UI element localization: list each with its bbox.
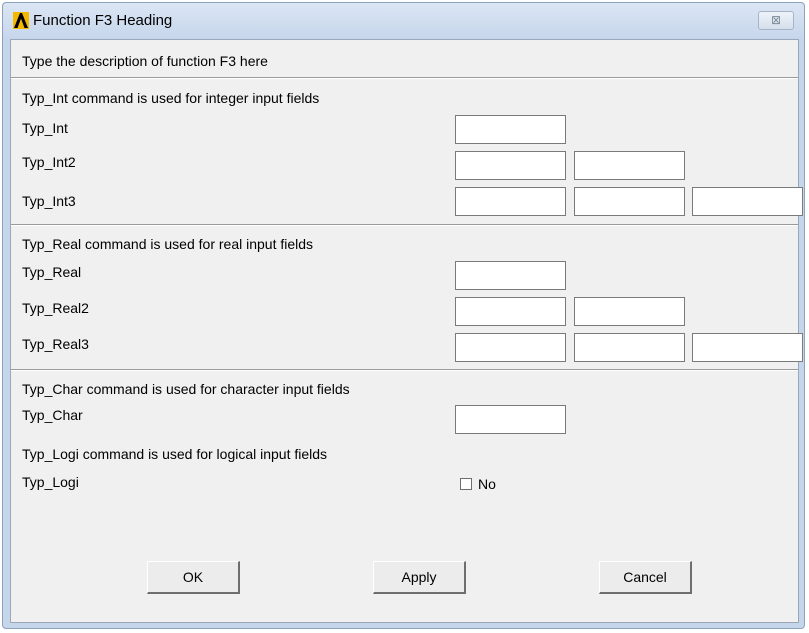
typ-real3-label: Typ_Real3 xyxy=(22,336,89,352)
char-section-heading: Typ_Char command is used for character i… xyxy=(22,381,350,397)
typ-int2-field-1[interactable] xyxy=(455,151,566,180)
cancel-button[interactable]: Cancel xyxy=(599,561,692,594)
close-icon: ⊠ xyxy=(770,13,782,27)
typ-real3-field-3[interactable] xyxy=(692,333,803,362)
title-bar[interactable]: Function F3 Heading ⊠ xyxy=(3,3,804,39)
apply-button[interactable]: Apply xyxy=(373,561,466,594)
typ-int3-field-3[interactable] xyxy=(692,187,803,216)
typ-logi-checkbox[interactable] xyxy=(460,478,472,490)
real-section-heading: Typ_Real command is used for real input … xyxy=(22,236,314,252)
typ-int3-field-1[interactable] xyxy=(455,187,566,216)
ansys-logo-icon xyxy=(13,12,29,29)
typ-int3-field-2[interactable] xyxy=(574,187,685,216)
dialog-window: Function F3 Heading ⊠ Type the descripti… xyxy=(2,2,805,629)
typ-int2-label: Typ_Int2 xyxy=(22,154,76,170)
typ-real-field-1[interactable] xyxy=(455,261,566,290)
typ-logi-checkbox-label[interactable]: No xyxy=(478,476,496,492)
divider xyxy=(11,77,798,79)
typ-int-label: Typ_Int xyxy=(22,120,68,136)
ok-button[interactable]: OK xyxy=(147,561,240,594)
typ-int-field-1[interactable] xyxy=(455,115,566,144)
logi-section-heading: Typ_Logi command is used for logical inp… xyxy=(22,446,328,462)
close-button[interactable]: ⊠ xyxy=(758,11,794,30)
divider xyxy=(11,224,798,226)
typ-real-label: Typ_Real xyxy=(22,264,82,280)
typ-int3-label: Typ_Int3 xyxy=(22,193,76,209)
int-section-heading: Typ_Int command is used for integer inpu… xyxy=(22,90,320,106)
typ-logi-label: Typ_Logi xyxy=(22,474,79,490)
typ-real2-field-2[interactable] xyxy=(574,297,685,326)
divider xyxy=(11,369,798,371)
window-title: Function F3 Heading xyxy=(33,12,173,29)
typ-real3-field-1[interactable] xyxy=(455,333,566,362)
dialog-body: Type the description of function F3 here… xyxy=(10,39,803,623)
typ-real2-label: Typ_Real2 xyxy=(22,300,89,316)
typ-char-field[interactable] xyxy=(455,405,566,434)
function-description: Type the description of function F3 here xyxy=(22,53,268,69)
typ-char-label: Typ_Char xyxy=(22,407,83,423)
typ-real2-field-1[interactable] xyxy=(455,297,566,326)
typ-int2-field-2[interactable] xyxy=(574,151,685,180)
typ-real3-field-2[interactable] xyxy=(574,333,685,362)
